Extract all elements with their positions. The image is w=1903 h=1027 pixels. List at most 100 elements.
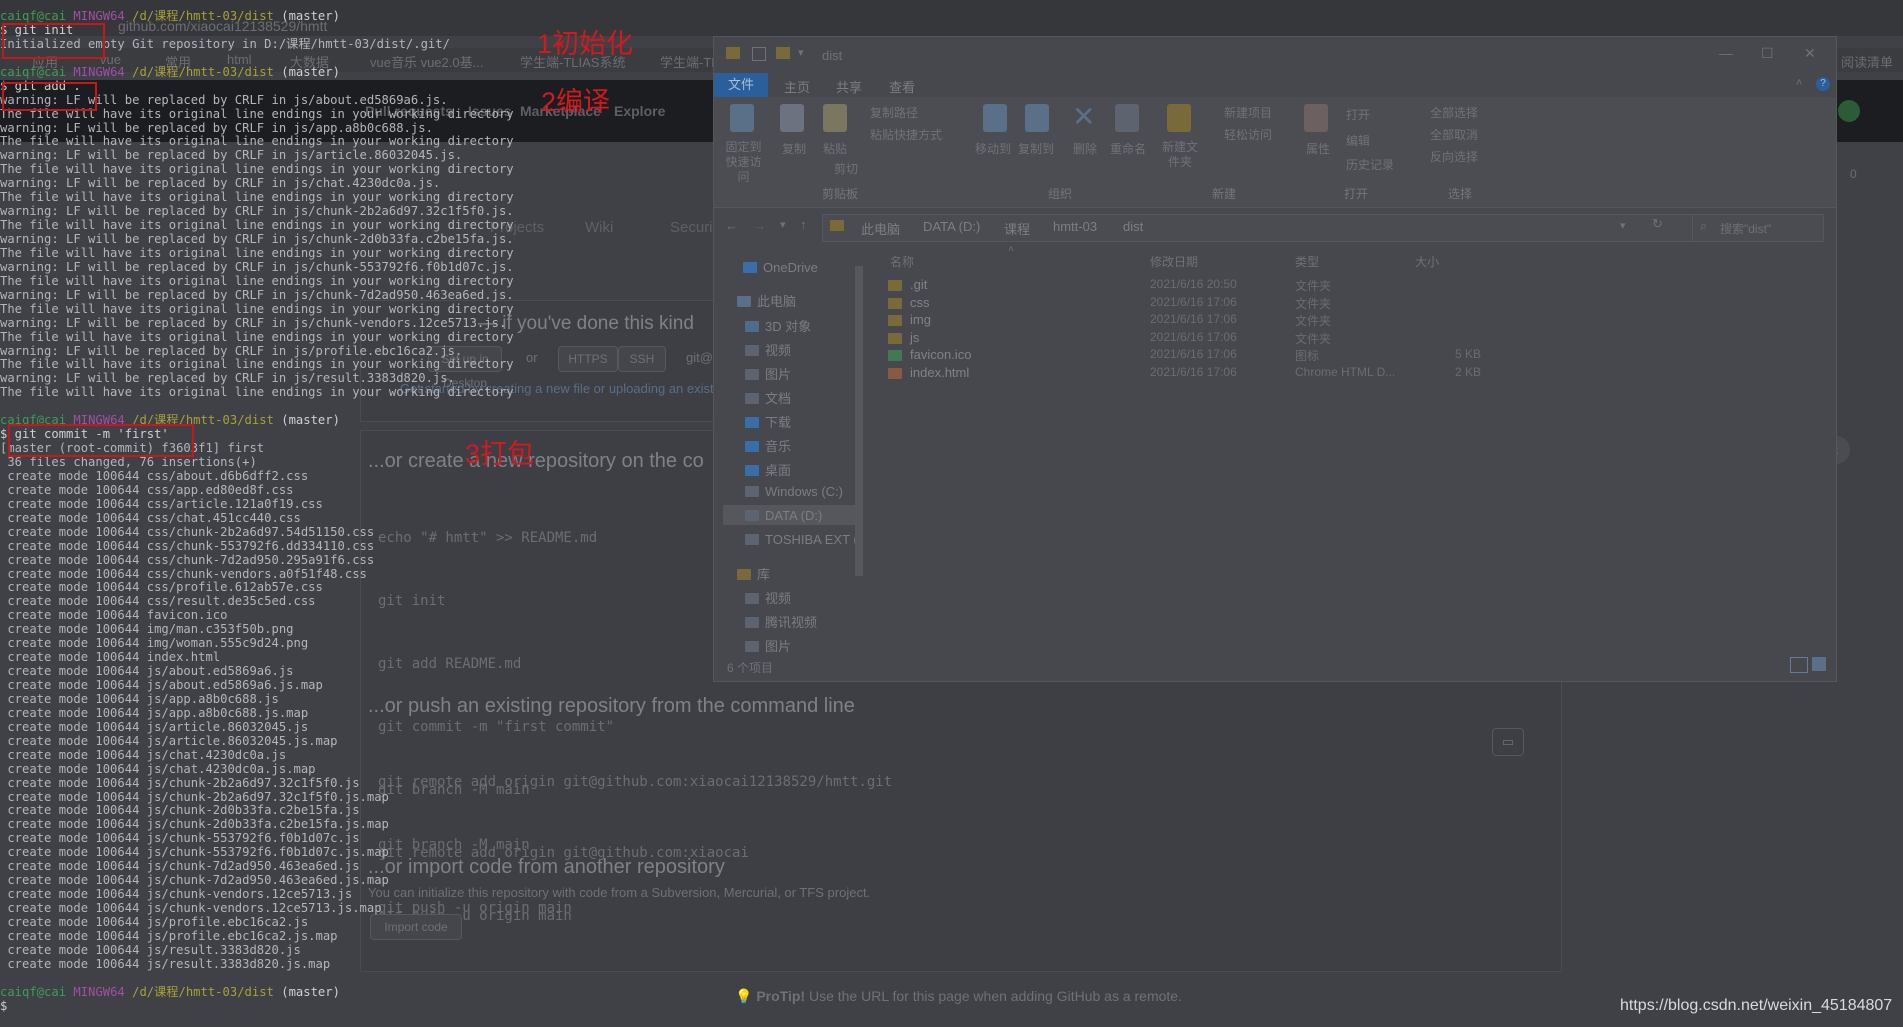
- file-name[interactable]: img: [910, 312, 931, 327]
- move-to-button[interactable]: 移动到: [975, 140, 1011, 157]
- copy-to-button[interactable]: 复制到: [1018, 140, 1054, 157]
- file-name[interactable]: .git: [910, 277, 927, 292]
- file-name[interactable]: favicon.ico: [910, 347, 971, 362]
- select-none-button[interactable]: 全部取消: [1430, 126, 1478, 143]
- minimize-icon[interactable]: —: [1719, 45, 1733, 61]
- nav-toshiba[interactable]: TOSHIBA EXT (: [745, 532, 858, 547]
- back-icon[interactable]: ←: [725, 218, 738, 233]
- breadcrumb-this-pc[interactable]: 此电脑: [861, 219, 900, 238]
- terminal-output-line: warning: LF will be replaced by CRLF in …: [0, 120, 433, 135]
- column-date[interactable]: 修改日期: [1150, 253, 1198, 270]
- history-button[interactable]: 历史记录: [1346, 156, 1394, 173]
- nav-lib-pictures[interactable]: 图片: [745, 636, 791, 655]
- protip: 💡 ProTip! Use the URL for this page when…: [735, 988, 1182, 1005]
- open-button[interactable]: 打开: [1346, 106, 1370, 123]
- nav-documents[interactable]: 文档: [745, 388, 791, 407]
- large-icons-view-icon[interactable]: [1812, 657, 1826, 671]
- protip-text: Use the URL for this page when adding Gi…: [805, 988, 1182, 1004]
- tab-share[interactable]: 共享: [836, 77, 862, 96]
- file-name[interactable]: js: [910, 330, 919, 345]
- new-folder-button[interactable]: 新建文件夹: [1162, 140, 1198, 170]
- sort-indicator-icon: ˄: [1008, 244, 1014, 255]
- nav-downloads[interactable]: 下载: [745, 412, 791, 431]
- copy-path-button[interactable]: 复制路径: [870, 104, 918, 121]
- nav-drive-c[interactable]: Windows (C:): [745, 484, 843, 499]
- reading-list[interactable]: 阅读清单: [1841, 52, 1893, 71]
- terminal-output-line: The file will have its original line end…: [0, 218, 514, 233]
- nav-3d-objects[interactable]: 3D 对象: [745, 316, 811, 335]
- tab-home[interactable]: 主页: [784, 77, 810, 96]
- details-view-icon[interactable]: [1790, 657, 1808, 673]
- file-name[interactable]: css: [910, 295, 930, 310]
- column-size[interactable]: 大小: [1415, 253, 1439, 270]
- terminal-output-line: create mode 100644 js/chunk-2b2a6d97.32c…: [0, 789, 389, 804]
- close-icon[interactable]: ✕: [1804, 45, 1816, 62]
- breadcrumb-data-d[interactable]: DATA (D:): [923, 219, 980, 234]
- delete-button[interactable]: 删除: [1073, 140, 1097, 157]
- terminal-output-line: create mode 100644 css/article.121a0f19.…: [0, 496, 323, 511]
- nav-lib-videos[interactable]: 视频: [745, 588, 791, 607]
- easy-access-button[interactable]: 轻松访问: [1224, 126, 1272, 143]
- new-folder-icon[interactable]: [776, 47, 790, 59]
- file-name[interactable]: index.html: [910, 365, 969, 380]
- rename-button[interactable]: 重命名: [1110, 140, 1146, 157]
- properties-button[interactable]: 属性: [1306, 140, 1330, 157]
- breadcrumb-course[interactable]: 课程: [1004, 219, 1030, 238]
- terminal-output-line: The file will have its original line end…: [0, 190, 514, 205]
- nav-libraries[interactable]: 库: [737, 564, 770, 583]
- file-date: 2021/6/16 17:06: [1150, 364, 1237, 379]
- terminal-output-line: create mode 100644 js/profile.ebc16ca2.j…: [0, 914, 309, 929]
- annotation-box-add: [2, 82, 97, 111]
- pin-quick-access-button[interactable]: 固定到快速访问: [721, 140, 766, 185]
- terminal-output-line: The file will have its original line end…: [0, 134, 514, 149]
- nav-label: 桌面: [765, 463, 792, 478]
- nav-onedrive[interactable]: OneDrive: [743, 260, 818, 275]
- forward-icon[interactable]: →: [753, 218, 766, 233]
- drive-icon: [745, 534, 759, 545]
- tab-file[interactable]: 文件: [714, 73, 768, 97]
- chevron-down-icon[interactable]: ▾: [798, 46, 804, 59]
- cut-button[interactable]: 剪切: [834, 160, 858, 177]
- terminal-output-line: create mode 100644 css/chunk-2b2a6d97.54…: [0, 524, 375, 539]
- nav-drive-d[interactable]: DATA (D:): [745, 508, 822, 523]
- collapse-ribbon-icon[interactable]: ˄: [1796, 77, 1802, 89]
- tab-view[interactable]: 查看: [889, 77, 915, 96]
- music-icon: [745, 441, 759, 452]
- terminal-output-line: The file will have its original line end…: [0, 106, 514, 121]
- refresh-icon[interactable]: ↻: [1652, 216, 1663, 232]
- edit-button[interactable]: 编辑: [1346, 132, 1370, 149]
- desktop-icon: [745, 465, 759, 476]
- column-type[interactable]: 类型: [1295, 253, 1319, 270]
- nav-pictures[interactable]: 图片: [745, 364, 791, 383]
- group-open: 打开: [1344, 187, 1369, 201]
- recent-icon[interactable]: ▾: [780, 218, 786, 231]
- select-all-button[interactable]: 全部选择: [1430, 104, 1478, 121]
- nav-videos[interactable]: 视频: [745, 340, 791, 359]
- terminal-output[interactable]: caiqf@cai MINGW64 /d/课程/hmtt-03/dist (ma…: [0, 9, 720, 1027]
- paste-shortcut-button[interactable]: 粘贴快捷方式: [870, 126, 942, 143]
- column-name[interactable]: 名称: [890, 253, 914, 270]
- paste-button[interactable]: 粘贴: [823, 140, 847, 157]
- help-icon[interactable]: ?: [1816, 77, 1830, 91]
- nav-this-pc[interactable]: 此电脑: [737, 291, 796, 310]
- up-icon[interactable]: ↑: [800, 217, 807, 232]
- avatar[interactable]: [1838, 100, 1860, 122]
- copy-button[interactable]: 复制: [782, 140, 806, 157]
- nav-scrollbar[interactable]: [855, 266, 863, 576]
- maximize-icon[interactable]: ☐: [1761, 45, 1774, 62]
- nav-tencent-video[interactable]: 腾讯视频: [745, 612, 817, 631]
- nav-music[interactable]: 音乐: [745, 436, 791, 455]
- new-item-button[interactable]: 新建项目: [1224, 104, 1272, 121]
- nav-desktop[interactable]: 桌面: [745, 460, 791, 479]
- properties-icon[interactable]: [752, 47, 766, 61]
- copy-icon[interactable]: ▭: [1492, 728, 1524, 756]
- address-dropdown-icon[interactable]: ▾: [1620, 219, 1626, 232]
- cloud-icon: [743, 262, 757, 273]
- watch-count: 0: [1850, 167, 1857, 181]
- invert-selection-button[interactable]: 反向选择: [1430, 148, 1478, 165]
- prompt-branch: (master): [281, 413, 340, 428]
- breadcrumb-dist[interactable]: dist: [1123, 219, 1143, 234]
- breadcrumb-hmtt[interactable]: hmtt-03: [1053, 219, 1097, 234]
- terminal-output-line: create mode 100644 js/chunk-553792f6.f0b…: [0, 845, 389, 860]
